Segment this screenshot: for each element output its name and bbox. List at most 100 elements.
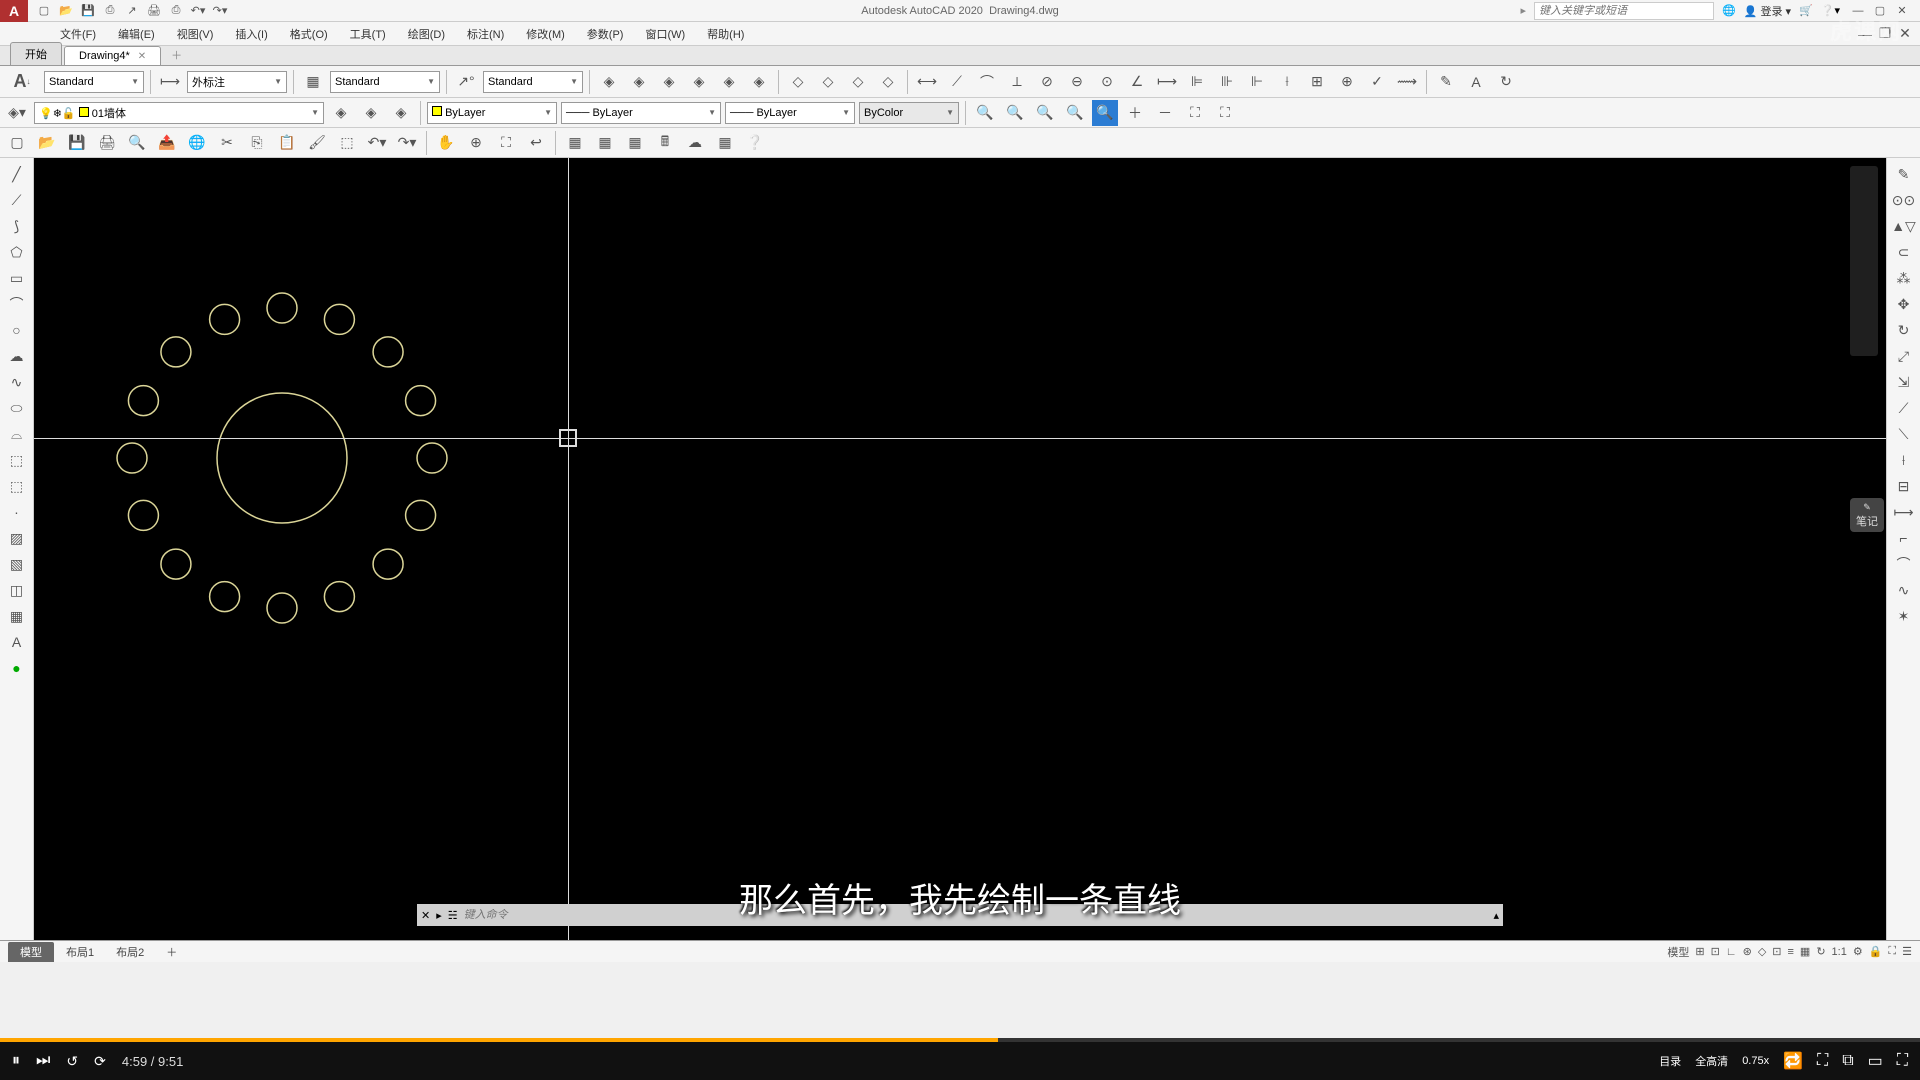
join-icon[interactable]: ⟼	[1892, 500, 1916, 524]
point-icon[interactable]: ·	[5, 500, 29, 524]
dim-tolerance-icon[interactable]: ⊞	[1304, 69, 1330, 95]
new-icon[interactable]: ▢	[34, 2, 54, 20]
close-icon[interactable]: ✕	[1892, 2, 1912, 20]
linetype-dropdown[interactable]: ─── ByLayer▼	[561, 102, 721, 124]
menu-insert[interactable]: 插入(I)	[225, 24, 277, 44]
web-icon[interactable]: ↗	[122, 2, 142, 20]
status-iso-icon[interactable]: ◇	[1758, 945, 1766, 958]
stretch-icon[interactable]: ⇲	[1892, 370, 1916, 394]
app-icon[interactable]: A	[0, 0, 28, 22]
calc-icon[interactable]: 🖩	[652, 130, 678, 156]
status-gear-icon[interactable]: ⚙	[1853, 945, 1863, 958]
ellipse-icon[interactable]: ⬭	[5, 396, 29, 420]
menu-window[interactable]: 窗口(W)	[635, 24, 695, 44]
props-icon[interactable]: ▦	[562, 130, 588, 156]
arc-icon[interactable]: ⌒	[5, 292, 29, 316]
layer6-icon[interactable]: ◈	[746, 69, 772, 95]
print-icon[interactable]: ⎙	[166, 2, 186, 20]
layer8-icon[interactable]: ◇	[815, 69, 841, 95]
scale-icon[interactable]: ⤢	[1892, 344, 1916, 368]
menu-parametric[interactable]: 参数(P)	[577, 24, 634, 44]
copy2-icon[interactable]: ⊙⊙	[1892, 188, 1916, 212]
rotate-icon[interactable]: ↻	[1892, 318, 1916, 342]
dim-space-icon[interactable]: ⊩	[1244, 69, 1270, 95]
zoom-rt-icon[interactable]: ⊕	[463, 130, 489, 156]
menu-modify[interactable]: 修改(M)	[516, 24, 575, 44]
video-quality[interactable]: 全高清	[1695, 1053, 1728, 1069]
insert-block-icon[interactable]: ⬚	[5, 448, 29, 472]
layer3-icon[interactable]: ◈	[656, 69, 682, 95]
saveas-icon[interactable]: ⎙	[100, 2, 120, 20]
chamfer-icon[interactable]: ⌐	[1892, 526, 1916, 550]
tab-close-icon[interactable]: ✕	[138, 51, 146, 62]
tool-palette-icon[interactable]: ▦	[622, 130, 648, 156]
pip-icon[interactable]: ⧉	[1842, 1052, 1853, 1070]
gradient-icon[interactable]: ▧	[5, 552, 29, 576]
zoom-prev-icon[interactable]: ↩	[523, 130, 549, 156]
match-icon[interactable]: 🖌	[304, 130, 330, 156]
explode-icon[interactable]: ✶	[1892, 604, 1916, 628]
pause-icon[interactable]: ⏸	[12, 1052, 20, 1070]
layer1-icon[interactable]: ◈	[596, 69, 622, 95]
layer-dropdown[interactable]: 💡❄🔓 01墙体▼	[34, 102, 324, 124]
region-icon[interactable]: ◫	[5, 578, 29, 602]
menu-tools[interactable]: 工具(T)	[340, 24, 396, 44]
addselected-icon[interactable]: ●	[5, 656, 29, 680]
fullscreen-icon[interactable]: ⛶	[1897, 1052, 1908, 1070]
break-icon[interactable]: ⊟	[1892, 474, 1916, 498]
dim-inspect-icon[interactable]: ✓	[1364, 69, 1390, 95]
polyline-icon[interactable]: ⟆	[5, 214, 29, 238]
status-custom-icon[interactable]: ☰	[1902, 945, 1912, 958]
video-catalog[interactable]: 目录	[1659, 1053, 1681, 1069]
zoom-all-icon[interactable]: ⛶	[1182, 100, 1208, 126]
zoom-window-icon[interactable]: 🔍	[972, 100, 998, 126]
dim-jogged-icon[interactable]: ⊙	[1094, 69, 1120, 95]
rectangle-icon[interactable]: ▭	[5, 266, 29, 290]
zoom-scale-icon[interactable]: 🔍	[1032, 100, 1058, 126]
help-search-input[interactable]	[1534, 2, 1714, 20]
navigation-bar[interactable]	[1850, 166, 1878, 356]
status-ortho-icon[interactable]: ∟	[1726, 946, 1737, 958]
cmd-customize-icon[interactable]: ☵	[448, 909, 458, 922]
video-speed[interactable]: 0.75x	[1742, 1055, 1769, 1067]
refresh-icon[interactable]: ⟳	[94, 1053, 106, 1070]
layer-manager-icon[interactable]: ◈▾	[4, 100, 30, 126]
status-cycle-icon[interactable]: ↻	[1816, 945, 1825, 958]
array-icon[interactable]: ⁂	[1892, 266, 1916, 290]
dim-diameter-icon[interactable]: ⊖	[1064, 69, 1090, 95]
print2-icon[interactable]: 🖨	[94, 130, 120, 156]
redo-icon[interactable]: ↷▾	[210, 2, 230, 20]
menu-dimension[interactable]: 标注(N)	[457, 24, 514, 44]
layer9-icon[interactable]: ◇	[845, 69, 871, 95]
command-line[interactable]: ✕ ▸ ☵ ▴	[417, 904, 1503, 926]
zoom-out-icon[interactable]: －	[1152, 100, 1178, 126]
layer-prev-icon[interactable]: ◈	[328, 100, 354, 126]
dim-aligned-icon[interactable]: ⟋	[944, 69, 970, 95]
zoom-extents-icon[interactable]: ⛶	[1212, 100, 1238, 126]
dim-break-icon[interactable]: ⟊	[1274, 69, 1300, 95]
command-input[interactable]	[464, 909, 1488, 921]
tab-layout1[interactable]: 布局1	[56, 942, 104, 962]
next-icon[interactable]: ⏭	[36, 1052, 50, 1070]
dim-arc-icon[interactable]: ⌒	[974, 69, 1000, 95]
construction-line-icon[interactable]: ⟋	[5, 188, 29, 212]
zoom-object-icon[interactable]: 🔍	[1092, 100, 1118, 126]
zoom-in-icon[interactable]: ＋	[1122, 100, 1148, 126]
3d-icon[interactable]: 🌐	[184, 130, 210, 156]
hatch-icon[interactable]: ▨	[5, 526, 29, 550]
tab-current-drawing[interactable]: Drawing4*✕	[64, 46, 161, 65]
copy-icon[interactable]: ⎘	[244, 130, 270, 156]
settings-icon[interactable]: ⛶	[1817, 1052, 1828, 1070]
plotstyle-dropdown[interactable]: ByColor▼	[859, 102, 959, 124]
ellipse-arc-icon[interactable]: ⌓	[5, 422, 29, 446]
zoom-center-icon[interactable]: 🔍	[1062, 100, 1088, 126]
status-grid-icon[interactable]: ⊞	[1695, 945, 1704, 958]
menu-draw[interactable]: 绘图(D)	[398, 24, 455, 44]
layer4-icon[interactable]: ◈	[686, 69, 712, 95]
menu-help[interactable]: 帮助(H)	[697, 24, 754, 44]
login-button[interactable]: 👤 登录 ▾	[1744, 3, 1791, 19]
dim-jogline-icon[interactable]: ⟿	[1394, 69, 1420, 95]
menu-format[interactable]: 格式(O)	[280, 24, 338, 44]
dim-angular-icon[interactable]: ∠	[1124, 69, 1150, 95]
blend-icon[interactable]: ∿	[1892, 578, 1916, 602]
